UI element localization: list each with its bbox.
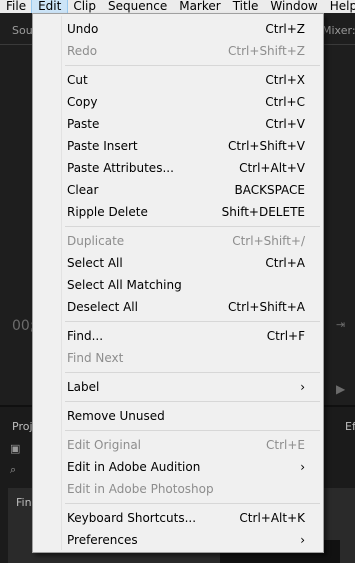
source-panel-label: Sou: [12, 24, 33, 37]
menu-item-shortcut: Ctrl+F: [266, 329, 305, 343]
menu-item-shortcut: Ctrl+Shift+Z: [228, 44, 305, 58]
menu-item-edit-original: Edit Original Ctrl+E: [33, 434, 323, 456]
menu-item-label: Edit Original: [67, 438, 142, 452]
menu-item-paste[interactable]: Paste Ctrl+V: [33, 113, 323, 135]
menu-item-shortcut: Ctrl+Alt+V: [239, 161, 305, 175]
menu-item-select-all-matching[interactable]: Select All Matching: [33, 274, 323, 296]
menu-item-label: Paste Attributes...: [67, 161, 174, 175]
menubar-window[interactable]: Window: [264, 0, 323, 13]
menubar-help[interactable]: Help: [324, 0, 355, 13]
menu-separator: [33, 398, 323, 405]
menu-item-label: Preferences: [67, 533, 138, 547]
mixer-label: Mixer:: [322, 24, 355, 37]
menu-item-label: Select All: [67, 256, 123, 270]
menu-item-label: Undo: [67, 22, 99, 36]
menu-separator: [33, 369, 323, 376]
menu-item-label: Duplicate: [67, 234, 125, 248]
menubar-title[interactable]: Title: [227, 0, 265, 13]
menu-item-shortcut: Ctrl+E: [266, 438, 305, 452]
edit-menu: Undo Ctrl+Z Redo Ctrl+Shift+Z Cut Ctrl+X Copy C…: [32, 13, 324, 553]
menu-item-edit-in-adobe-audition[interactable]: Edit in Adobe Audition ›: [33, 456, 323, 478]
menu-item-preferences[interactable]: Preferences ›: [33, 529, 323, 551]
menu-item-shortcut: Ctrl+Shift+/: [232, 234, 305, 248]
menu-item-label: Keyboard Shortcuts...: [67, 511, 197, 525]
menubar: File Edit Clip Sequence Marker Title Window Hel…: [0, 0, 355, 14]
menubar-clip[interactable]: Clip: [67, 0, 102, 13]
menu-item-find-next: Find Next: [33, 347, 323, 369]
menu-item-label: Edit in Adobe Audition: [67, 460, 201, 474]
menu-item-label: Select All Matching: [67, 278, 182, 292]
menu-separator: [33, 500, 323, 507]
find-column: Fin: [16, 496, 32, 509]
menu-item-edit-in-adobe-photoshop: Edit in Adobe Photoshop: [33, 478, 323, 500]
project-tab[interactable]: Proj: [12, 420, 33, 433]
menu-item-shortcut: Ctrl+Shift+A: [228, 300, 305, 314]
menu-item-shortcut: Shift+DELETE: [221, 205, 305, 219]
menu-item-label[interactable]: Label ›: [33, 376, 323, 398]
menu-item-label: Clear: [67, 183, 99, 197]
menubar-edit[interactable]: Edit: [31, 0, 69, 14]
menu-item-shortcut: Ctrl+Alt+K: [239, 511, 305, 525]
menu-separator: [33, 318, 323, 325]
menu-separator: [33, 427, 323, 434]
menu-item-undo[interactable]: Undo Ctrl+Z: [33, 18, 323, 40]
menu-item-label: Deselect All: [67, 300, 138, 314]
menu-item-ripple-delete[interactable]: Ripple Delete Shift+DELETE: [33, 201, 323, 223]
submenu-arrow-icon: ›: [300, 533, 305, 547]
submenu-arrow-icon: ›: [300, 460, 305, 474]
menu-item-shortcut: Ctrl+Z: [265, 22, 305, 36]
menu-item-shortcut: Ctrl+V: [265, 117, 305, 131]
menu-item-paste-attributes[interactable]: Paste Attributes... Ctrl+Alt+V: [33, 157, 323, 179]
menu-item-paste-insert[interactable]: Paste Insert Ctrl+Shift+V: [33, 135, 323, 157]
menu-item-duplicate: Duplicate Ctrl+Shift+/: [33, 230, 323, 252]
folder-icon[interactable]: ▣: [10, 442, 20, 455]
search-icon[interactable]: ⌕: [10, 463, 16, 477]
menu-item-cut[interactable]: Cut Ctrl+X: [33, 69, 323, 91]
effects-tab[interactable]: Ef: [345, 420, 355, 433]
menu-item-shortcut: Ctrl+A: [265, 256, 305, 270]
menu-item-label: Edit in Adobe Photoshop: [67, 482, 214, 496]
menu-item-copy[interactable]: Copy Ctrl+C: [33, 91, 323, 113]
menu-item-label: Redo: [67, 44, 98, 58]
menu-item-label: Paste: [67, 117, 100, 131]
menu-item-label: Find Next: [67, 351, 124, 365]
menu-item-label: Ripple Delete: [67, 205, 148, 219]
menu-item-label: Label: [67, 380, 100, 394]
menubar-file[interactable]: File: [0, 0, 32, 13]
menu-item-label: Copy: [67, 95, 98, 109]
menu-item-label: Cut: [67, 73, 88, 87]
submenu-arrow-icon: ›: [300, 380, 305, 394]
menu-item-select-all[interactable]: Select All Ctrl+A: [33, 252, 323, 274]
menu-item-keyboard-shortcuts[interactable]: Keyboard Shortcuts... Ctrl+Alt+K: [33, 507, 323, 529]
menubar-sequence[interactable]: Sequence: [102, 0, 173, 13]
menu-item-shortcut: Ctrl+Shift+V: [228, 139, 305, 153]
menubar-marker[interactable]: Marker: [173, 0, 226, 13]
menu-separator: [33, 223, 323, 230]
menu-separator: [33, 62, 323, 69]
menu-item-deselect-all[interactable]: Deselect All Ctrl+Shift+A: [33, 296, 323, 318]
menu-item-clear[interactable]: Clear BACKSPACE: [33, 179, 323, 201]
menu-item-shortcut: BACKSPACE: [234, 183, 305, 197]
menu-item-label: Paste Insert: [67, 139, 138, 153]
menu-item-redo: Redo Ctrl+Shift+Z: [33, 40, 323, 62]
forward-icon[interactable]: ⇥: [336, 318, 345, 331]
menu-item-remove-unused[interactable]: Remove Unused: [33, 405, 323, 427]
menu-item-label: Find...: [67, 329, 104, 343]
menu-item-label: Remove Unused: [67, 409, 165, 423]
menu-item-shortcut: Ctrl+X: [265, 73, 305, 87]
play-icon[interactable]: ▶: [336, 382, 345, 396]
menu-item-find[interactable]: Find... Ctrl+F: [33, 325, 323, 347]
menu-item-shortcut: Ctrl+C: [265, 95, 305, 109]
